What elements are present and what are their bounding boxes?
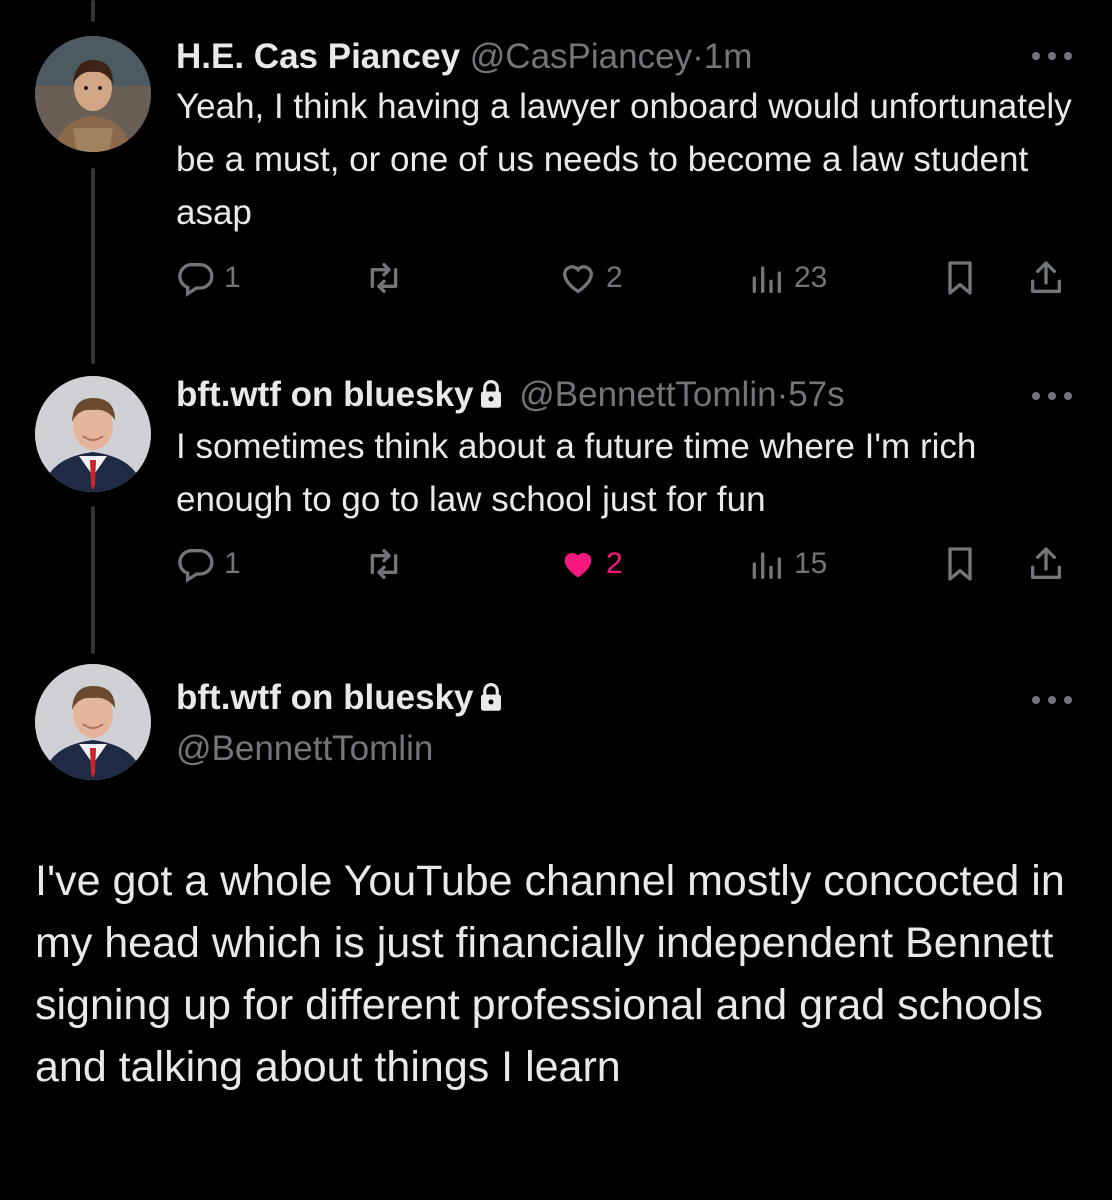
tweet-text: I've got a whole YouTube channel mostly …: [35, 857, 1065, 1091]
like-count: 2: [606, 261, 623, 294]
bookmark-icon: [948, 547, 972, 581]
author-name[interactable]: H.E. Cas Piancey: [176, 37, 460, 76]
author-handle[interactable]: @BennettTomlin: [176, 728, 433, 770]
lock-icon: [480, 379, 501, 408]
separator-dot: ·: [776, 375, 789, 414]
share-icon: [1031, 547, 1061, 579]
more-options-button[interactable]: [1032, 694, 1072, 706]
lock-icon: [480, 682, 501, 711]
retweet-icon: [370, 263, 398, 293]
reply-button[interactable]: 1: [176, 544, 241, 584]
share-button[interactable]: [1026, 258, 1066, 298]
avatar[interactable]: [35, 664, 151, 780]
views-icon: [752, 552, 781, 579]
reply-icon: [178, 262, 214, 297]
more-options-button[interactable]: [1032, 390, 1072, 402]
share-button[interactable]: [1026, 544, 1066, 584]
heart-icon: [564, 552, 592, 578]
view-count: 23: [794, 261, 828, 294]
author-handle[interactable]: @BennettTomlin: [519, 375, 776, 414]
timestamp[interactable]: 1m: [704, 37, 753, 76]
retweet-icon: [370, 549, 398, 579]
views-button[interactable]: 23: [746, 258, 827, 298]
reply-icon: [178, 548, 214, 583]
views-button[interactable]: 15: [746, 544, 827, 584]
share-icon: [1031, 261, 1061, 293]
timestamp[interactable]: 57s: [788, 375, 844, 414]
thread-line-top: [91, 0, 95, 22]
bookmark-button[interactable]: [940, 258, 980, 298]
author-handle[interactable]: @CasPiancey: [470, 37, 692, 76]
bookmark-button[interactable]: [940, 544, 980, 584]
avatar-photo-headshot: [35, 376, 151, 492]
more-icon: [1032, 52, 1040, 60]
heart-icon: [562, 265, 594, 294]
tweet-text: Yeah, I think having a lawyer onboard wo…: [176, 87, 1072, 232]
views-icon: [752, 266, 781, 293]
view-count: 15: [794, 547, 828, 580]
more-icon: [1032, 696, 1040, 704]
retweet-button[interactable]: [364, 544, 404, 584]
author-name[interactable]: bft.wtf on bluesky: [176, 678, 474, 717]
author-name[interactable]: bft.wtf on bluesky: [176, 375, 474, 414]
retweet-button[interactable]: [364, 258, 404, 298]
tweet-text: I sometimes think about a future time wh…: [176, 427, 977, 519]
avatar[interactable]: [35, 376, 151, 492]
avatar-photo-child: [35, 36, 151, 152]
avatar-photo-headshot: [35, 664, 151, 780]
tweet-actions: 1 2 23: [0, 258, 1112, 308]
reply-count: 1: [224, 547, 241, 580]
like-count: 2: [606, 547, 623, 580]
like-button[interactable]: 2: [558, 258, 623, 298]
avatar[interactable]: [35, 36, 151, 152]
like-button[interactable]: 2: [558, 544, 623, 584]
reply-count: 1: [224, 261, 241, 294]
more-options-button[interactable]: [1032, 50, 1072, 62]
bookmark-icon: [948, 261, 972, 295]
tweet-actions: 1 2 15: [0, 544, 1112, 594]
more-icon: [1032, 392, 1040, 400]
separator-dot: ·: [692, 37, 704, 76]
reply-button[interactable]: 1: [176, 258, 241, 298]
